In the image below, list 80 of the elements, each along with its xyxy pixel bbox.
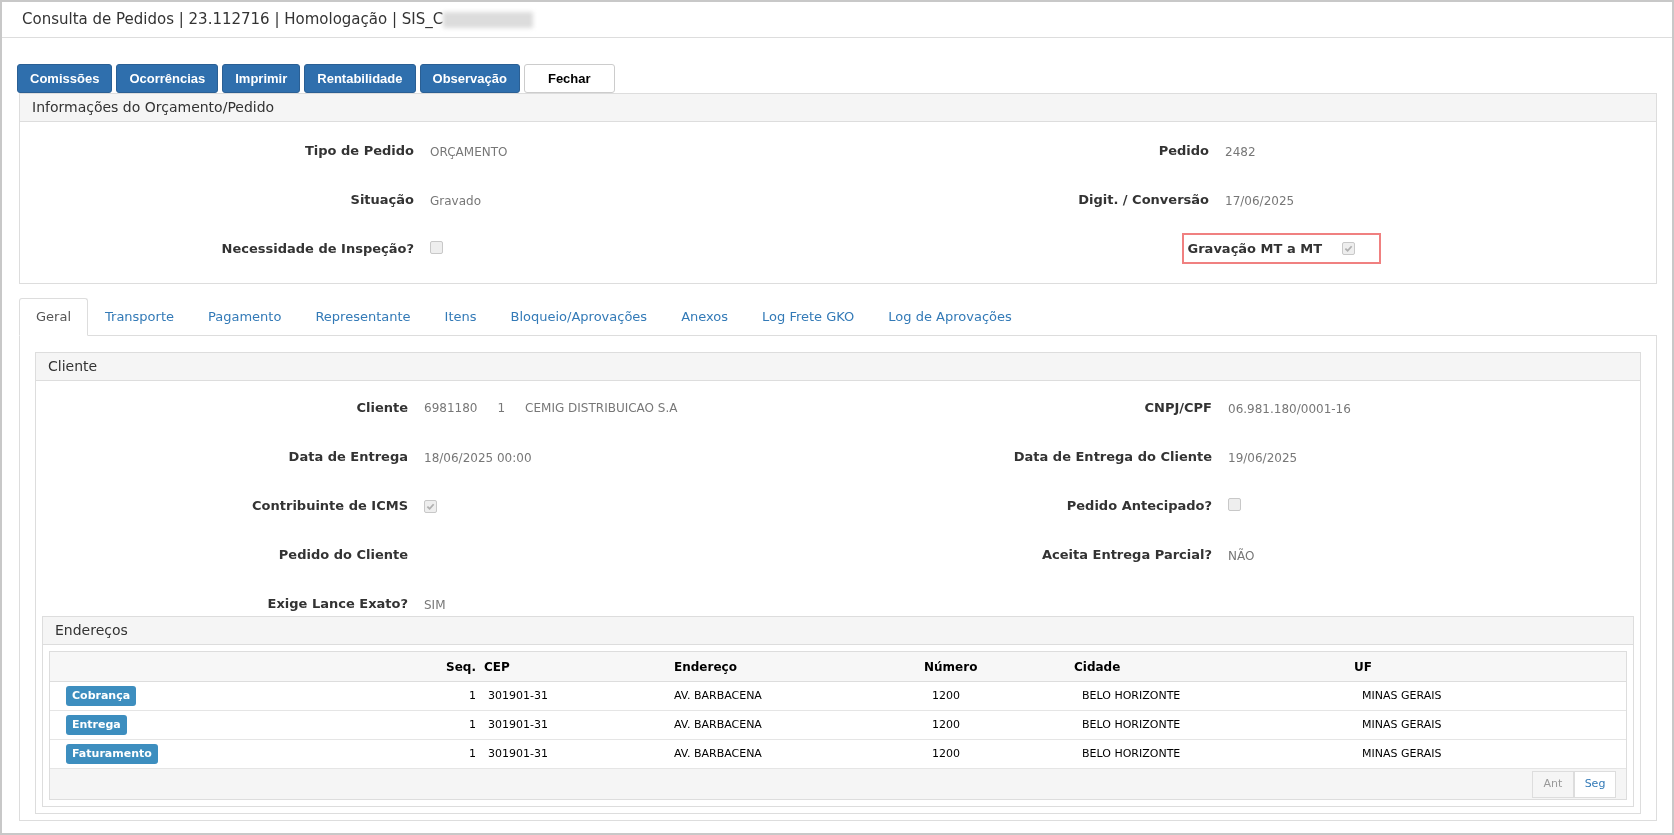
toolbar-button[interactable]: Comissões xyxy=(17,64,113,93)
pager-button[interactable]: Seg xyxy=(1574,770,1616,798)
check-icon xyxy=(1344,244,1353,253)
table-cell: AV. BARBACENA xyxy=(674,717,762,731)
field-value: 17/06/2025 xyxy=(1225,193,1295,208)
field-label: Cliente xyxy=(356,398,408,417)
toolbar-button[interactable]: Rentabilidade xyxy=(304,64,416,93)
column-header: Seq. xyxy=(446,659,476,674)
field-label: Necessidade de Inspeção? xyxy=(221,239,414,258)
table-cell: AV. BARBACENA xyxy=(674,688,762,702)
table-cell: AV. BARBACENA xyxy=(674,746,762,760)
field-label: Pedido do Cliente xyxy=(278,545,408,564)
field-label: Pedido xyxy=(1158,141,1209,160)
field-label: Pedido Antecipado? xyxy=(1066,496,1212,515)
table-cell: MINAS GERAIS xyxy=(1362,746,1442,760)
table-cell: MINAS GERAIS xyxy=(1362,717,1442,731)
field-label: Data de Entrega do Cliente xyxy=(1013,447,1212,466)
field-value: 06.981.180/0001-16 xyxy=(1228,401,1351,416)
toolbar-button[interactable]: Fechar xyxy=(523,64,615,93)
field-label: Aceita Entrega Parcial? xyxy=(1041,545,1212,564)
address-type-label: Cobrança xyxy=(66,685,137,707)
panel-title: Endereços xyxy=(55,621,128,640)
field-value: 2482 xyxy=(1225,144,1256,159)
field-label: Digit. / Conversão xyxy=(1078,190,1209,209)
field-label: Contribuinte de ICMS xyxy=(252,496,408,515)
tab[interactable]: Bloqueio/Aprovações xyxy=(493,298,665,336)
field-label: Situação xyxy=(350,190,414,209)
column-header: Cidade xyxy=(1074,659,1121,674)
address-type-label: Entrega xyxy=(66,714,127,736)
table-cell: 301901-31 xyxy=(488,746,548,760)
field-value: 19/06/2025 xyxy=(1228,450,1298,465)
tab[interactable]: Representante xyxy=(298,298,428,336)
tab[interactable]: Transporte xyxy=(88,298,191,336)
check-icon xyxy=(426,501,435,511)
column-header: UF xyxy=(1354,659,1372,674)
field-label: CNPJ/CPF xyxy=(1144,398,1212,417)
column-header: Endereço xyxy=(674,659,737,674)
field-label: Gravação MT a MT xyxy=(1187,239,1322,258)
tab[interactable]: Pagamento xyxy=(191,298,299,336)
field-value: 6981180 xyxy=(424,399,478,417)
tab[interactable]: Log de Aprovações xyxy=(871,298,1029,336)
panel-title: Informações do Orçamento/Pedido xyxy=(32,98,275,117)
table-cell: BELO HORIZONTE xyxy=(1082,746,1181,760)
checkbox[interactable] xyxy=(1228,497,1241,511)
table-cell: 301901-31 xyxy=(488,688,548,702)
field-value: 18/06/2025 00:00 xyxy=(424,450,532,465)
field-label: Tipo de Pedido xyxy=(304,141,414,160)
table-cell: 1200 xyxy=(932,688,960,702)
field-value: SIM xyxy=(424,597,446,612)
toolbar-button[interactable]: Imprimir xyxy=(222,64,301,93)
window-title: Consulta de Pedidos | 23.112716 | Homologação | SIS_C xyxy=(22,9,444,31)
field-label: Data de Entrega xyxy=(288,447,408,466)
table-cell: MINAS GERAIS xyxy=(1362,688,1442,702)
toolbar-button[interactable]: Ocorrências xyxy=(116,64,219,93)
field-value: NÃO xyxy=(1228,548,1255,563)
table-cell: 1200 xyxy=(932,717,960,731)
column-header: CEP xyxy=(484,659,510,674)
checkbox[interactable] xyxy=(430,240,443,254)
table-cell: 1 xyxy=(469,717,476,731)
field-value: Gravado xyxy=(430,193,481,208)
table-cell: 1 xyxy=(469,688,476,702)
tab[interactable]: Log Frete GKO xyxy=(745,298,872,336)
column-header: Número xyxy=(924,659,978,674)
field-value: 1 xyxy=(497,399,506,417)
table-cell: BELO HORIZONTE xyxy=(1082,688,1181,702)
field-value: CEMIG DISTRIBUICAO S.A xyxy=(525,399,678,417)
table-cell: 1200 xyxy=(932,746,960,760)
checkbox[interactable] xyxy=(424,499,437,513)
panel-title: Cliente xyxy=(48,357,98,376)
toolbar-button[interactable]: Observação xyxy=(419,64,520,93)
field-value: ORÇAMENTO xyxy=(430,144,508,159)
tab[interactable]: Itens xyxy=(427,298,494,336)
tab[interactable]: Anexos xyxy=(664,298,746,336)
table-cell: 1 xyxy=(469,746,476,760)
table-cell: 301901-31 xyxy=(488,717,548,731)
field-label: Exige Lance Exato? xyxy=(267,594,408,613)
address-type-label: Faturamento xyxy=(66,743,158,765)
table-cell: BELO HORIZONTE xyxy=(1082,717,1181,731)
checkbox[interactable] xyxy=(1342,242,1355,255)
tab[interactable]: Geral xyxy=(19,298,88,336)
